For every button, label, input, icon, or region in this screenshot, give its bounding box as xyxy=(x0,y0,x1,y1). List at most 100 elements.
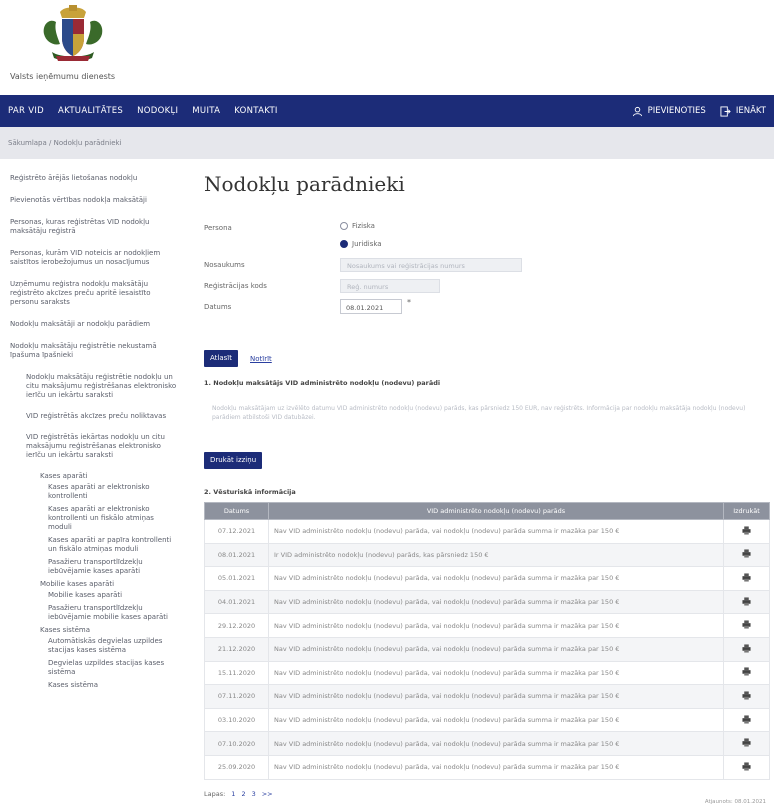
sidebar-item[interactable]: Mobilie kases aparāti xyxy=(10,591,178,600)
sidebar-item[interactable]: Pasažieru transportlīdzekļu iebūvējamie … xyxy=(10,604,178,622)
row-print-cell[interactable] xyxy=(723,754,770,780)
row-debt-text: Nav VID administrēto nodokļu (nodevu) pa… xyxy=(268,566,724,591)
row-print-cell[interactable] xyxy=(723,707,770,733)
sidebar-item[interactable]: Uzņēmumu reģistra nodokļu maksātāju reģi… xyxy=(10,280,178,307)
nosaukums-label: Nosaukums xyxy=(204,261,245,269)
col-header-print[interactable]: Izdrukāt xyxy=(723,502,770,520)
sidebar-item[interactable]: Reģistrēto ārējās lietošanas nodokļu xyxy=(10,174,178,183)
nosaukums-input[interactable]: Nosaukums vai reģistrācijas numurs xyxy=(340,258,522,272)
breadcrumb[interactable]: Sākumlapa / Nodokļu parādnieki xyxy=(8,139,122,147)
regnr-label: Reģistrācijas kods xyxy=(204,282,267,290)
pager-page-2[interactable]: 2 xyxy=(241,790,245,798)
table-row: 25.09.2020 Nav VID administrēto nodokļu (… xyxy=(204,754,770,780)
print-icon[interactable] xyxy=(742,597,751,606)
table-row: 03.10.2020 Nav VID administrēto nodokļu (… xyxy=(204,707,770,733)
druka-button[interactable]: Drukāt izziņu xyxy=(204,452,263,469)
row-print-cell[interactable] xyxy=(723,589,770,615)
sidebar-item[interactable]: Kases aparāti ar elektronisko kontrollen… xyxy=(10,505,178,532)
table-row: 04.01.2021 Nav VID administrēto nodokļu (… xyxy=(204,589,770,615)
row-print-cell[interactable] xyxy=(723,636,770,662)
pager-page-3[interactable]: 3 xyxy=(252,790,256,798)
nav-right-group: PIEVIENOTIES IENĀKT xyxy=(632,95,766,127)
print-icon[interactable] xyxy=(742,573,751,582)
print-icon[interactable] xyxy=(742,644,751,653)
notirit-link[interactable]: Notīrīt xyxy=(250,355,272,363)
nav-item-kontakti[interactable]: KONTAKTI xyxy=(234,106,278,116)
sidebar-item[interactable]: Kases aparāti ar elektronisko kontrollen… xyxy=(10,483,178,501)
pager-page-1[interactable]: 1 xyxy=(231,790,235,798)
row-date: 07.10.2020 xyxy=(204,731,269,756)
sidebar-item[interactable]: Pasažieru transportlīdzekļu iebūvējamie … xyxy=(10,558,178,576)
row-print-cell[interactable] xyxy=(723,566,770,591)
org-name: Valsts ieņēmumu dienests xyxy=(10,72,116,81)
print-icon[interactable] xyxy=(742,549,751,558)
col-header-date[interactable]: Datums xyxy=(204,502,269,520)
datums-input[interactable]: 08.01.2021 xyxy=(340,299,402,314)
nav-link-join-label: PIEVIENOTIES xyxy=(647,106,706,116)
row-date: 04.01.2021 xyxy=(204,589,269,615)
row-debt-text: Nav VID administrēto nodokļu (nodevu) pa… xyxy=(268,636,724,662)
row-date: 07.12.2021 xyxy=(204,519,269,544)
row-print-cell[interactable] xyxy=(723,660,770,686)
section-1-heading: 1. Nodokļu maksātājs VID administrēto no… xyxy=(204,379,441,387)
print-icon[interactable] xyxy=(742,620,751,629)
col-header-debt[interactable]: VID administrēto nodokļu (nodevu) parāds xyxy=(268,502,724,520)
nav-link-login[interactable]: IENĀKT xyxy=(720,105,766,117)
sidebar-item[interactable]: Nodokļu maksātāju reģistrētie nodokļu un… xyxy=(10,373,178,400)
sidebar-item[interactable]: Mobilie kases aparāti xyxy=(10,580,178,589)
row-date: 08.01.2021 xyxy=(204,542,269,568)
row-date: 07.11.2020 xyxy=(204,684,269,709)
print-icon[interactable] xyxy=(742,691,751,700)
pagination: Lapas: 1 2 3 >> xyxy=(204,790,273,798)
radio-juridiska[interactable]: Juridiska xyxy=(340,240,382,248)
table-row: 07.10.2020 Nav VID administrēto nodokļu (… xyxy=(204,731,770,756)
row-print-cell[interactable] xyxy=(723,613,770,638)
sidebar-item[interactable]: Degvielas uzpildes stacijas kases sistēm… xyxy=(10,659,178,677)
row-print-cell[interactable] xyxy=(723,519,770,544)
nav-item-par-vid[interactable]: PAR VID xyxy=(8,106,44,116)
nav-link-join[interactable]: PIEVIENOTIES xyxy=(632,106,706,117)
print-icon[interactable] xyxy=(742,714,751,724)
sidebar-item[interactable]: Nodokļu maksātāju reģistrētie nekustamā … xyxy=(10,342,178,360)
sidebar-item[interactable]: VID reģistrētās iekārtas nodokļu un citu… xyxy=(10,433,178,460)
row-debt-text: Nav VID administrēto nodokļu (nodevu) pa… xyxy=(268,589,724,615)
row-print-cell[interactable] xyxy=(723,731,770,756)
sidebar-item[interactable]: Kases sistēma xyxy=(10,626,178,635)
row-print-cell[interactable] xyxy=(723,542,770,568)
radio-juridiska-label: Juridiska xyxy=(352,240,382,248)
print-icon[interactable] xyxy=(742,667,751,676)
user-icon xyxy=(632,106,642,116)
row-debt-text: Ir VID administrēto nodokļu (nodevu) par… xyxy=(268,542,724,568)
radio-button-selected-icon xyxy=(340,240,348,248)
print-icon[interactable] xyxy=(742,762,751,771)
nav-item-muita[interactable]: MUITA xyxy=(192,106,220,116)
sidebar-item[interactable]: Kases aparāti xyxy=(10,472,178,481)
sidebar-item[interactable]: Automātiskās degvielas uzpildes stacijas… xyxy=(10,637,178,655)
sidebar-item[interactable]: Pievienotās vērtības nodokļa maksātāji xyxy=(10,196,178,205)
radio-fiziska[interactable]: Fiziska xyxy=(340,222,375,230)
row-date: 15.11.2020 xyxy=(204,660,269,686)
atlasit-button[interactable]: Atlasīt xyxy=(204,350,238,367)
sidebar-item[interactable]: Personas, kurām VID noteicis ar nodokļie… xyxy=(10,249,178,267)
print-icon[interactable] xyxy=(742,526,751,535)
sidebar-item[interactable]: VID reģistrētās akcīzes preču noliktavas xyxy=(10,412,178,421)
sidebar-item[interactable]: Personas, kuras reģistrētas VID nodokļu … xyxy=(10,218,178,236)
row-debt-text: Nav VID administrēto nodokļu (nodevu) pa… xyxy=(268,519,724,544)
regnr-input[interactable]: Reģ. numurs xyxy=(340,279,440,293)
print-icon[interactable] xyxy=(742,738,751,747)
nav-item-aktualitates[interactable]: AKTUALITĀTES xyxy=(58,106,123,116)
sidebar-item[interactable]: Kases aparāti ar papīra kontrollenti un … xyxy=(10,536,178,554)
header-logo-area: Valsts ieņēmumu dienests xyxy=(10,4,210,92)
row-debt-text: Nav VID administrēto nodokļu (nodevu) pa… xyxy=(268,707,724,733)
datums-label: Datums xyxy=(204,303,232,311)
section-1-text: Nodokļu maksātājam uz izvēlēto datumu VI… xyxy=(212,405,746,421)
table-row: 07.12.2021 Nav VID administrēto nodokļu (… xyxy=(204,519,770,544)
sidebar-item[interactable]: Kases sistēma xyxy=(10,681,178,690)
pager-next[interactable]: >> xyxy=(262,790,273,798)
nav-item-nodokli[interactable]: NODOKĻI xyxy=(137,106,178,116)
pager-label: Lapas: xyxy=(204,790,226,798)
sidebar-item[interactable]: Nodokļu maksātāji ar nodokļu parādiem xyxy=(10,320,178,329)
coat-of-arms-icon[interactable] xyxy=(38,4,108,66)
row-print-cell[interactable] xyxy=(723,684,770,709)
required-star: * xyxy=(407,298,411,307)
